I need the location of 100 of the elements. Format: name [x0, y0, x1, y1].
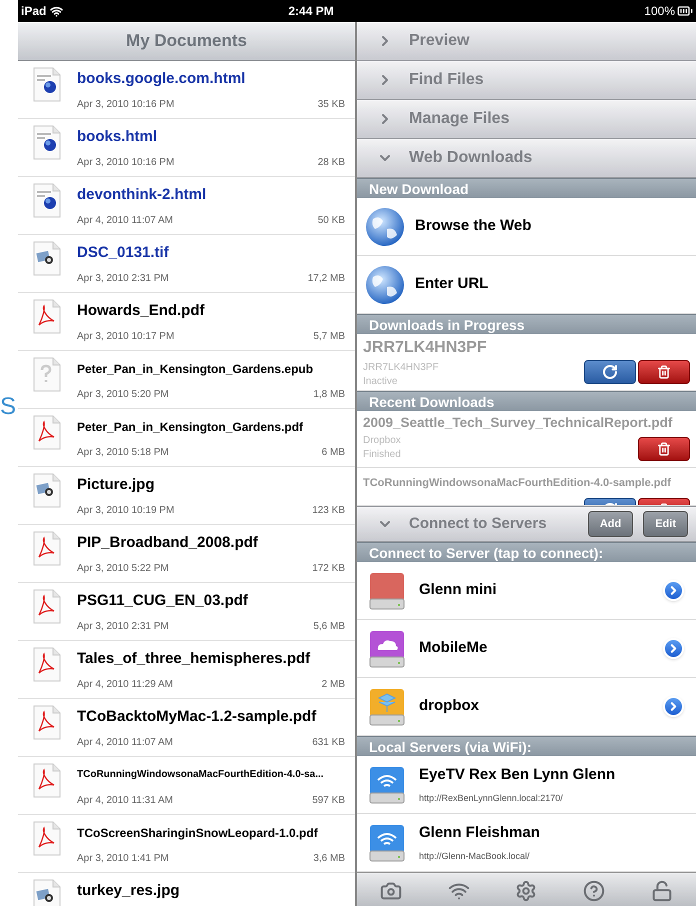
file-row[interactable]: devonthink-2.html Apr 4, 2010 11:07 AM 50 KB: [18, 177, 355, 235]
file-row[interactable]: Peter_Pan_in_Kensington_Gardens.pdf Apr 3, 2010 5:18 PM 6 MB: [18, 409, 355, 467]
download-title: TCoRunningWindowsonaMacFourthEdition-4.0-sample.pdf: [363, 476, 672, 491]
file-size: 50 KB: [318, 214, 345, 228]
file-name: Picture.jpg: [77, 475, 156, 495]
device-name: iPad: [21, 3, 46, 20]
file-date: Apr 3, 2010 10:16 PM: [77, 98, 174, 112]
server-url: http://RexBenLynnGlenn.local:2170/: [419, 792, 564, 805]
web-file-icon: [32, 183, 62, 219]
file-row[interactable]: books.google.com.html Apr 3, 2010 10:16 PM 35 KB: [18, 61, 355, 119]
download-source: JRR7LK4HN3PF: [363, 361, 439, 375]
image-file-icon: [32, 241, 62, 277]
accordion-label: Connect to Servers: [409, 514, 547, 534]
row-label: Enter URL: [415, 274, 488, 294]
file-size: 1,8 MB: [313, 388, 345, 402]
pdf-file-icon: [32, 531, 62, 567]
pdf-file-icon: [32, 415, 62, 451]
file-row[interactable]: TCoBacktoMyMac-1.2-sample.pdf Apr 4, 2010 11:07 AM 631 KB: [18, 699, 355, 757]
clock: 2:44 PM: [288, 3, 334, 20]
file-name: books.html: [77, 127, 158, 147]
file-size: 3,6 MB: [313, 852, 345, 866]
section-header: Recent Downloads: [357, 391, 696, 411]
file-row[interactable]: books.html Apr 3, 2010 10:16 PM 28 KB: [18, 119, 355, 177]
file-name: TCoRunningWindowsonaMacFourthEdition-4.0-sa...: [77, 768, 325, 782]
trash-icon: [657, 442, 671, 456]
file-row[interactable]: Howards_End.pdf Apr 3, 2010 10:17 PM 5,7 MB: [18, 293, 355, 351]
disclosure-button[interactable]: [663, 696, 684, 717]
file-date: Apr 3, 2010 5:18 PM: [77, 446, 169, 460]
download-status: Inactive: [363, 375, 398, 389]
pdf-file-icon: [32, 647, 62, 683]
trash-icon: [657, 365, 671, 379]
file-date: Apr 3, 2010 10:19 PM: [77, 504, 174, 518]
file-date: Apr 3, 2010 2:31 PM: [77, 620, 169, 634]
pdf-file-icon: [32, 705, 62, 741]
unlocked-padlock-icon[interactable]: [651, 880, 674, 902]
download-title: 2009_Seattle_Tech_Survey_TechnicalReport.pdf: [363, 414, 674, 432]
file-size: 28 KB: [318, 156, 345, 170]
section-header: Downloads in Progress: [357, 314, 696, 334]
file-date: Apr 3, 2010 2:31 PM: [77, 272, 169, 286]
file-size: 631 KB: [312, 736, 345, 750]
retry-button[interactable]: [584, 360, 636, 384]
drive-drive-icon: [369, 572, 405, 610]
refresh-icon: [602, 364, 618, 380]
disclosure-button[interactable]: [663, 580, 684, 601]
delete-button[interactable]: [638, 437, 690, 461]
box-drive-icon: [369, 688, 405, 726]
file-row[interactable]: turkey_res.jpg: [18, 873, 355, 906]
file-name: books.google.com.html: [77, 69, 246, 89]
documents-header: My Documents: [18, 22, 355, 61]
file-size: 5,6 MB: [313, 620, 345, 634]
file-row[interactable]: DSC_0131.tif Apr 3, 2010 2:31 PM 17,2 MB: [18, 235, 355, 293]
pdf-file-icon: [32, 821, 62, 857]
camera-icon[interactable]: [380, 880, 402, 902]
download-source: Dropbox: [363, 434, 401, 448]
file-name: PSG11_CUG_EN_03.pdf: [77, 591, 249, 611]
file-name: DSC_0131.tif: [77, 243, 170, 263]
file-date: Apr 4, 2010 11:07 AM: [77, 214, 173, 228]
web-file-icon: [32, 67, 62, 103]
cloud-drive-icon: [369, 630, 405, 668]
settings-icon[interactable]: [515, 880, 538, 902]
file-name: devonthink-2.html: [77, 185, 208, 205]
download-status: Finished: [363, 448, 401, 462]
file-size: 123 KB: [312, 504, 345, 518]
file-row[interactable]: PSG11_CUG_EN_03.pdf Apr 3, 2010 2:31 PM 5,6 MB: [18, 583, 355, 641]
file-row[interactable]: Tales_of_three_hemispheres.pdf Apr 4, 2010 11:29 AM 2 MB: [18, 641, 355, 699]
file-size: 6 MB: [322, 446, 345, 460]
file-date: Apr 4, 2010 11:29 AM: [77, 678, 173, 692]
file-date: Apr 3, 2010 10:16 PM: [77, 156, 174, 170]
file-date: Apr 4, 2010 11:07 AM: [77, 736, 173, 750]
image-file-icon: [32, 473, 62, 509]
wifi-signal-icon: [50, 4, 64, 18]
disclosure-button[interactable]: [663, 638, 684, 659]
file-row[interactable]: Picture.jpg Apr 3, 2010 10:19 PM 123 KB: [18, 467, 355, 525]
file-date: Apr 3, 2010 5:22 PM: [77, 562, 169, 576]
server-name: Glenn mini: [419, 580, 498, 600]
file-size: 35 KB: [318, 98, 345, 112]
help-icon[interactable]: [583, 880, 606, 902]
wifi-drive-icon: [369, 766, 405, 804]
file-row[interactable]: TCoScreenSharinginSnowLeopard-1.0.pdf Apr 3, 2010 1:41 PM 3,6 MB: [18, 815, 355, 873]
row-label: Browse the Web: [415, 216, 532, 236]
file-row[interactable]: TCoRunningWindowsonaMacFourthEdition-4.0-sa... Apr 4, 2010 11:31 AM 597 KB: [18, 757, 355, 815]
delete-button[interactable]: [638, 360, 690, 384]
pdf-file-icon: [32, 763, 62, 799]
file-name: TCoBacktoMyMac-1.2-sample.pdf: [77, 707, 318, 727]
wifi-drive-icon: [369, 824, 405, 862]
server-name: EyeTV Rex Ben Lynn Glenn: [419, 764, 616, 784]
file-date: Apr 4, 2010 11:31 AM: [77, 794, 173, 808]
file-row[interactable]: Peter_Pan_in_Kensington_Gardens.epub Apr 3, 2010 5:20 PM 1,8 MB: [18, 351, 355, 409]
file-name: Peter_Pan_in_Kensington_Gardens.epub: [77, 361, 314, 378]
file-name: Peter_Pan_in_Kensington_Gardens.pdf: [77, 419, 304, 436]
file-name: Howards_End.pdf: [77, 301, 206, 321]
pdf-file-icon: [32, 589, 62, 625]
globe-icon: [365, 206, 405, 246]
file-row[interactable]: PIP_Broadband_2008.pdf Apr 3, 2010 5:22 PM 172 KB: [18, 525, 355, 583]
battery-percent: 100%: [644, 3, 675, 20]
web-file-icon: [32, 125, 62, 161]
file-name: TCoScreenSharinginSnowLeopard-1.0.pdf: [77, 825, 319, 842]
section-header: Local Servers (via WiFi):: [357, 736, 696, 756]
globe-icon: [365, 264, 405, 304]
section-header: Connect to Server (tap to connect):: [357, 542, 696, 562]
